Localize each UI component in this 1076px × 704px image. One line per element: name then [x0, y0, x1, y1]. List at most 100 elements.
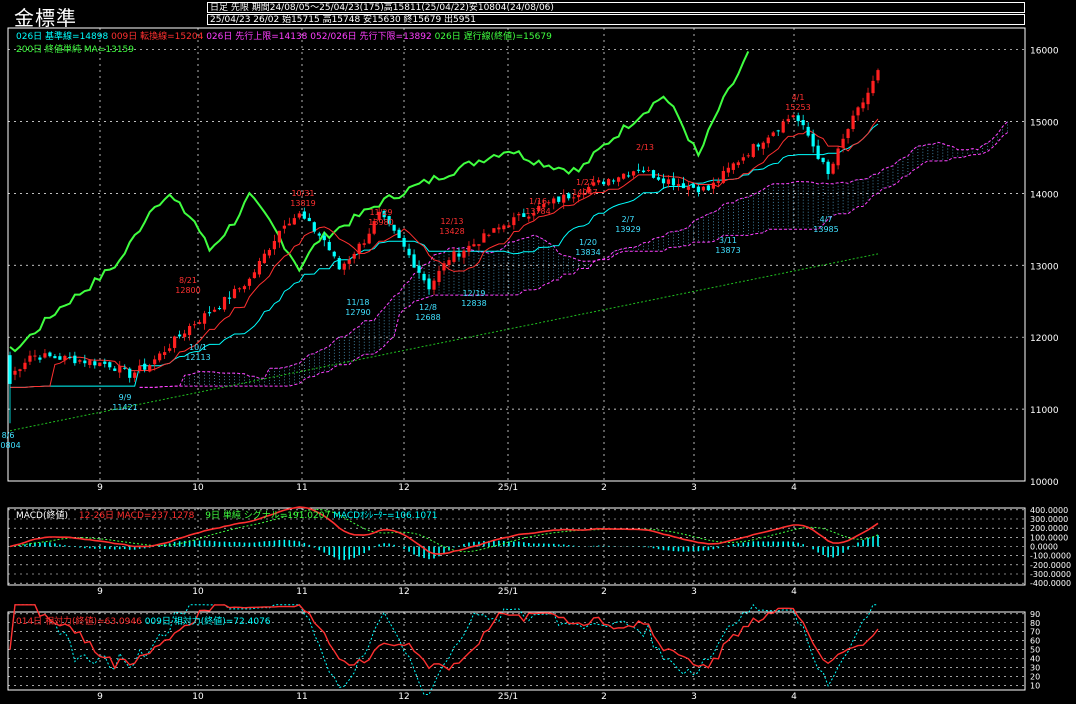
candle-body [547, 202, 551, 204]
candle-body [312, 222, 316, 232]
candle-body [831, 163, 835, 174]
candle-body [182, 333, 187, 338]
candle-body [93, 361, 97, 366]
y-tick-label: 90 [1030, 610, 1040, 619]
candle-body [302, 211, 306, 219]
candle-body [332, 251, 336, 257]
candle-body [612, 180, 616, 182]
candle-body [297, 213, 301, 218]
candle-body [402, 237, 406, 247]
x-tick-label: 11 [296, 483, 307, 493]
annotation-date: 8/21 [179, 276, 197, 285]
x-tick-label: 2 [601, 587, 607, 597]
candle-body [432, 280, 436, 290]
x-tick-label: 9 [97, 587, 103, 597]
x-tick-label: 3 [691, 587, 697, 597]
annotation-date: 10/1 [189, 343, 207, 352]
x-tick-label: 4 [791, 587, 797, 597]
x-tick-label: 3 [691, 692, 697, 702]
annotation-date: 2/7 [622, 215, 635, 224]
y-tick-label: -100.0000 [1030, 552, 1071, 561]
candle-body [133, 372, 137, 378]
candle-body [836, 148, 840, 166]
y-tick-label: 40 [1030, 655, 1040, 664]
candle-body [816, 145, 820, 159]
x-tick-label: 11 [296, 587, 307, 597]
candle-body [791, 115, 795, 118]
x-tick-label: 11 [296, 692, 307, 702]
annotation-value: 12688 [415, 313, 440, 322]
annotation-date: 12/13 [440, 217, 463, 226]
candle-body [427, 278, 431, 290]
x-tick-label: 12 [398, 587, 409, 597]
x-tick-label: 12 [398, 483, 409, 493]
bar-info: 25/04/23 26/02 始15715 高15748 安15630 終156… [207, 14, 1025, 25]
chikou-line [9, 50, 750, 353]
span-b-line [139, 132, 1008, 388]
candle-body [128, 368, 132, 378]
x-tick-label: 10 [192, 483, 204, 493]
y-tick-label: 13000 [1030, 262, 1059, 272]
candle-body [871, 80, 875, 94]
candle-body [88, 360, 92, 365]
annotation-date: 4/7 [820, 215, 833, 224]
candle-body [322, 235, 326, 241]
candle-body [257, 260, 262, 275]
candle-body [347, 259, 351, 264]
legend-rsi9: 009日 相対力(終値)=72.4076 [144, 617, 271, 627]
candle-body [821, 157, 825, 163]
candle-body [442, 263, 446, 271]
candle-body [462, 250, 466, 258]
candle-body [477, 244, 481, 246]
page-title: 金標準 [14, 6, 77, 30]
candle-body [63, 355, 67, 361]
legend-span-b: 052/026日 先行下限=13892 [310, 32, 432, 42]
candle-body [696, 186, 701, 193]
candle-body [736, 162, 740, 166]
x-tick-label: 25/1 [498, 692, 518, 702]
x-tick-label: 25/1 [498, 587, 518, 597]
annotation-value: 13784 [525, 207, 550, 216]
candle-body [876, 70, 880, 81]
candle-body [163, 352, 167, 355]
candle-body [641, 170, 646, 173]
candle-body [217, 308, 222, 310]
legend-macd-title: MACD(終値) [16, 511, 69, 521]
annotation-value: 13980 [368, 218, 393, 227]
candle-body [567, 193, 571, 199]
y-tick-label: 30 [1030, 664, 1040, 673]
candle-body [636, 169, 641, 171]
y-tick-label: 14000 [1030, 190, 1059, 200]
candle-body [631, 171, 636, 176]
y-tick-label: 60 [1030, 637, 1040, 646]
candle-body [178, 334, 182, 337]
candle-body [771, 132, 775, 136]
y-tick-label: 400.0000 [1030, 506, 1068, 515]
candle-body [686, 186, 691, 190]
candle-body [826, 161, 830, 175]
annotation-value: 15253 [785, 103, 810, 112]
candle-body [602, 181, 606, 185]
annotation-value: 13834 [575, 248, 600, 257]
candle-body [562, 194, 566, 203]
candle-body [492, 228, 496, 233]
candle-body [282, 225, 286, 229]
candle-body [168, 348, 172, 351]
candle-body [352, 253, 356, 259]
candle-body [786, 118, 790, 122]
y-tick-label: 16000 [1030, 47, 1059, 57]
candle-body [68, 357, 72, 359]
candle-body [337, 258, 341, 270]
annotation-value: 12838 [461, 299, 486, 308]
y-tick-label: 70 [1030, 628, 1040, 637]
main-legend-row2: 200日 終値単純 MA=13159 [16, 42, 134, 55]
candle-body [666, 179, 671, 184]
y-tick-label: 100.0000 [1030, 533, 1068, 542]
candle-body [741, 157, 745, 161]
x-tick-label: 3 [691, 483, 697, 493]
candle-body [307, 217, 311, 222]
x-tick-label: 10 [192, 587, 204, 597]
candle-body [252, 272, 257, 279]
y-tick-label: 50 [1030, 646, 1040, 655]
candle-body [148, 365, 152, 372]
